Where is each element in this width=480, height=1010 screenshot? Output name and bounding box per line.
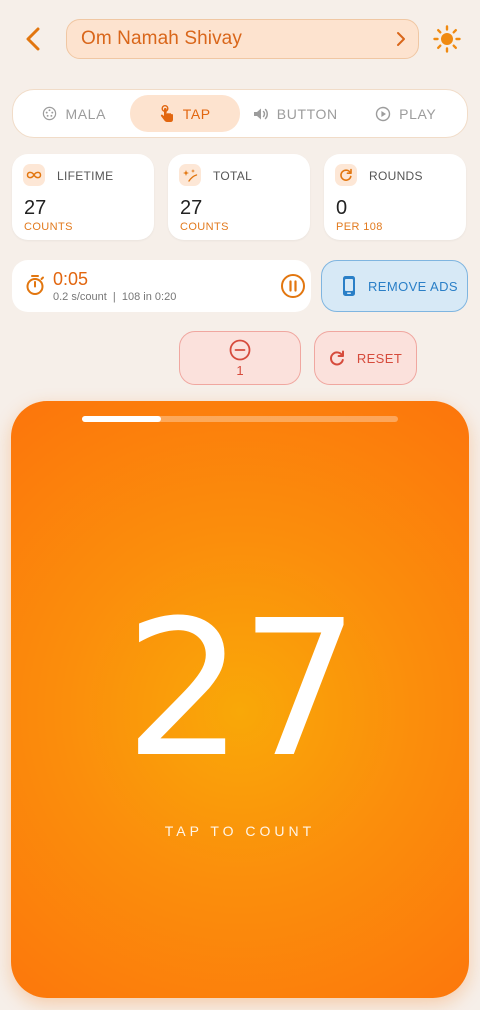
round-progress-fill [82, 416, 161, 422]
tab-play[interactable]: PLAY [351, 95, 462, 132]
chevron-left-icon [26, 27, 40, 51]
stopwatch-icon [26, 275, 44, 295]
timer-elapsed: 0:05 [53, 269, 89, 289]
tab-label: TAP [182, 105, 211, 122]
tab-label: MALA [65, 105, 107, 122]
reset-button[interactable]: RESET [314, 331, 417, 385]
stat-sub: PER 108 [336, 221, 383, 233]
minus-circle-icon [229, 339, 251, 360]
chevron-right-icon [397, 32, 405, 46]
back-button[interactable] [20, 24, 46, 54]
mantra-title: Om Namah Shivay [81, 28, 242, 49]
tab-mala[interactable]: MALA [19, 95, 130, 132]
speaker-icon [253, 107, 269, 121]
timer-rate: 0.2 s/count | 108 in 0:20 [53, 291, 177, 303]
sparkle-icon [179, 164, 201, 186]
tap-counter-area[interactable]: 27 TAP TO COUNT [11, 401, 469, 998]
phone-icon [343, 276, 355, 296]
round-progress-bar [82, 416, 398, 422]
stat-sub: COUNTS [24, 221, 73, 233]
stat-sub: COUNTS [180, 221, 229, 233]
decrement-value: 1 [236, 362, 244, 378]
stat-card-lifetime: LIFETIME 27 COUNTS [12, 154, 154, 240]
play-icon [375, 106, 391, 122]
reset-icon [329, 350, 344, 366]
stat-label: ROUNDS [369, 169, 423, 183]
stat-value: 0 [336, 197, 348, 219]
stat-value: 27 [180, 197, 203, 219]
stat-label: TOTAL [213, 169, 253, 183]
refresh-icon [335, 164, 357, 186]
mala-beads-icon [42, 106, 57, 121]
tab-tap[interactable]: TAP [129, 95, 240, 132]
tab-button[interactable]: BUTTON [240, 95, 351, 132]
remove-ads-button[interactable]: REMOVE ADS [321, 260, 468, 312]
stat-value: 27 [24, 197, 47, 219]
mantra-selector[interactable]: Om Namah Shivay [66, 19, 419, 59]
sun-icon [433, 25, 461, 53]
mode-tabs: MALA TAP BUTTON PLAY [12, 89, 468, 138]
tab-label: PLAY [399, 105, 437, 122]
count-display: 27 [124, 580, 359, 799]
stat-card-rounds: ROUNDS 0 PER 108 [324, 154, 466, 240]
stat-label: LIFETIME [57, 169, 114, 183]
pause-icon[interactable] [280, 273, 306, 299]
reset-label: RESET [356, 350, 403, 366]
stat-card-total: TOTAL 27 COUNTS [168, 154, 310, 240]
tab-label: BUTTON [276, 105, 338, 122]
theme-toggle-button[interactable] [432, 24, 462, 54]
tap-hand-icon [159, 104, 175, 123]
infinity-icon [23, 164, 45, 186]
remove-ads-label: REMOVE ADS [368, 278, 458, 294]
session-timer: 0:05 0.2 s/count | 108 in 0:20 [12, 260, 311, 312]
tap-hint: TAP TO COUNT [164, 823, 316, 839]
decrement-button[interactable]: 1 [179, 331, 301, 385]
